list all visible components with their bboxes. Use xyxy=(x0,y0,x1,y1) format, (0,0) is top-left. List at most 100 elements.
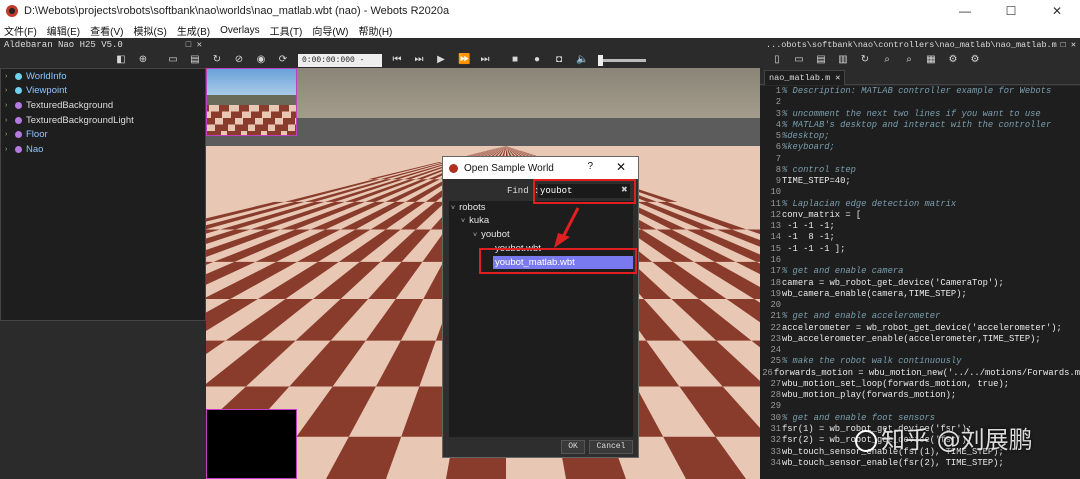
code-line[interactable]: 23 wb_accelerometer_enable(accelerometer,… xyxy=(760,334,1080,345)
save-world-icon[interactable]: ▤ xyxy=(190,53,200,67)
reload-world-icon[interactable]: ↻ xyxy=(212,53,222,67)
code-line[interactable]: 19 wb_camera_enable(camera,TIME_STEP); xyxy=(760,289,1080,300)
volume-slider-knob[interactable] xyxy=(598,54,603,66)
scene-tree-item[interactable]: › Nao xyxy=(1,142,205,157)
stop-icon[interactable]: ■ xyxy=(510,53,520,67)
fast-forward-icon[interactable]: ⏩ xyxy=(458,53,470,67)
code-line[interactable]: 12 conv_matrix = [ xyxy=(760,210,1080,221)
code-line[interactable]: 20 xyxy=(760,300,1080,311)
close-window-button[interactable]: ✕ xyxy=(1034,0,1080,22)
save-as-icon[interactable]: ▥ xyxy=(838,53,848,67)
code-line[interactable]: 15 -1 -1 -1 ]; xyxy=(760,244,1080,255)
menu-view[interactable]: 查看(V) xyxy=(90,23,123,38)
code-line[interactable]: 26 forwards_motion = wbu_motion_new('../.… xyxy=(760,368,1080,379)
code-line[interactable]: 27 wbu_motion_set_loop(forwards_motion, t… xyxy=(760,379,1080,390)
chevron-right-icon[interactable]: › xyxy=(5,87,13,94)
chevron-right-icon[interactable]: › xyxy=(5,146,13,153)
scene-tree-item[interactable]: › TexturedBackgroundLight xyxy=(1,113,205,128)
display-overlay[interactable] xyxy=(206,409,297,479)
revert-icon[interactable]: ↻ xyxy=(860,53,870,67)
save-file-icon[interactable]: ▤ xyxy=(816,53,826,67)
scene-tree[interactable]: › WorldInfo › Viewpoint › TexturedBackground ›… xyxy=(0,68,206,321)
menu-edit[interactable]: 编辑(E) xyxy=(47,23,80,38)
code-line[interactable]: 9 TIME_STEP=40; xyxy=(760,176,1080,187)
code-line[interactable]: 11% Laplacian edge detection matrix xyxy=(760,199,1080,210)
tree-node-youbot[interactable]: ˅ youbot xyxy=(473,229,510,240)
code-line[interactable]: 29 xyxy=(760,401,1080,412)
scene-tree-item[interactable]: › Floor xyxy=(1,127,205,142)
code-line[interactable]: 22 accelerometer = wb_robot_get_device('a… xyxy=(760,323,1080,334)
camera-overlay[interactable] xyxy=(206,68,297,136)
sample-world-tree[interactable]: ˅ robots ˅ kuka ˅ youbot youbot.wbt youbot_… xyxy=(449,201,633,437)
step-icon[interactable]: ⏭ xyxy=(414,53,424,67)
menu-wizards[interactable]: 向导(W) xyxy=(312,23,348,38)
maximize-button[interactable]: ☐ xyxy=(988,0,1034,22)
left-dock-buttons[interactable]: □ ✕ xyxy=(186,38,202,52)
chevron-right-icon[interactable]: › xyxy=(5,117,13,124)
scene-tree-item[interactable]: › WorldInfo xyxy=(1,69,205,84)
menu-file[interactable]: 文件(F) xyxy=(4,23,37,38)
minimize-button[interactable]: — xyxy=(942,0,988,22)
clean-icon[interactable]: ⚙ xyxy=(970,53,980,67)
menu-help[interactable]: 帮助(H) xyxy=(359,23,393,38)
play-icon[interactable]: ▶ xyxy=(436,53,446,67)
code-line[interactable]: 25% make the robot walk continuously xyxy=(760,356,1080,367)
menu-tools[interactable]: 工具(T) xyxy=(270,23,303,38)
open-file-icon[interactable]: ▭ xyxy=(794,53,804,67)
code-line[interactable]: 2 xyxy=(760,97,1080,108)
replace-icon[interactable]: ⌕ xyxy=(904,53,914,67)
tree-node-kuka[interactable]: ˅ kuka xyxy=(461,215,489,226)
dialog-close-button[interactable]: ✕ xyxy=(616,160,626,174)
code-line[interactable]: 24 xyxy=(760,345,1080,356)
build-icon[interactable]: ⚙ xyxy=(948,53,958,67)
editor-dock-buttons[interactable]: □ ✕ xyxy=(1061,38,1076,52)
code-line[interactable]: 17% get and enable camera xyxy=(760,266,1080,277)
record-icon[interactable]: ● xyxy=(532,53,542,67)
editor-tab-nao-matlab[interactable]: nao_matlab.m ✕ xyxy=(764,70,846,85)
title-bar: D:\Webots\projects\robots\softbank\nao\w… xyxy=(0,0,1080,22)
toggle-pane-icon[interactable]: ◧ xyxy=(116,53,126,67)
volume-slider[interactable] xyxy=(598,54,646,66)
code-line[interactable]: 5 %desktop; xyxy=(760,131,1080,142)
code-line[interactable]: 28 wbu_motion_play(forwards_motion); xyxy=(760,390,1080,401)
code-line[interactable]: 14 -1 8 -1; xyxy=(760,232,1080,243)
code-line[interactable]: 4% MATLAB's desktop and interact with th… xyxy=(760,120,1080,131)
find-icon[interactable]: ⌕ xyxy=(882,53,892,67)
scene-tree-item[interactable]: › Viewpoint xyxy=(1,84,205,99)
fastest-icon[interactable]: ⏭ xyxy=(480,53,490,67)
cancel-button[interactable]: Cancel xyxy=(589,440,633,454)
new-file-icon[interactable]: ▯ xyxy=(772,53,782,67)
tree-node-robots[interactable]: ˅ robots xyxy=(451,202,486,213)
chevron-right-icon[interactable]: › xyxy=(5,131,13,138)
menu-build[interactable]: 生成(B) xyxy=(177,23,210,38)
code-line[interactable]: 13 -1 -1 -1; xyxy=(760,221,1080,232)
chevron-right-icon[interactable]: › xyxy=(5,73,13,80)
code-line[interactable]: 18 camera = wb_robot_get_device('CameraTo… xyxy=(760,278,1080,289)
code-line[interactable]: 10 xyxy=(760,187,1080,198)
refresh-icon[interactable]: ⟳ xyxy=(278,53,288,67)
code-text: wb_camera_enable(camera,TIME_STEP); xyxy=(782,288,967,299)
eye-icon[interactable]: ◉ xyxy=(256,53,266,67)
code-line[interactable]: 8% control step xyxy=(760,165,1080,176)
ok-button[interactable]: OK xyxy=(561,440,585,454)
code-line[interactable]: 6 %keyboard; xyxy=(760,142,1080,153)
code-line[interactable]: 21% get and enable accelerometer xyxy=(760,311,1080,322)
code-line[interactable]: 34 wb_touch_sensor_enable(fsr(2), TIME_ST… xyxy=(760,458,1080,469)
code-line[interactable]: 7 xyxy=(760,154,1080,165)
dialog-help-button[interactable]: ? xyxy=(587,161,593,172)
code-line[interactable]: 3% uncomment the next two lines if you w… xyxy=(760,109,1080,120)
camera-icon[interactable]: ◘ xyxy=(554,53,564,67)
code-text: % Laplacian edge detection matrix xyxy=(782,198,957,209)
add-node-icon[interactable]: ⊕ xyxy=(138,53,148,67)
scene-tree-item[interactable]: › TexturedBackground xyxy=(1,98,205,113)
chevron-right-icon[interactable]: › xyxy=(5,102,13,109)
speaker-icon[interactable]: 🔈 xyxy=(576,53,588,67)
print-icon[interactable]: ▦ xyxy=(926,53,936,67)
step-back-icon[interactable]: ⏮ xyxy=(392,53,402,67)
reset-view-icon[interactable]: ⊘ xyxy=(234,53,244,67)
code-line[interactable]: 1% Description: MATLAB controller exampl… xyxy=(760,86,1080,97)
open-world-icon[interactable]: ▭ xyxy=(168,53,178,67)
menu-overlays[interactable]: Overlays xyxy=(220,25,259,36)
code-line[interactable]: 16 xyxy=(760,255,1080,266)
menu-simulation[interactable]: 模拟(S) xyxy=(133,23,166,38)
